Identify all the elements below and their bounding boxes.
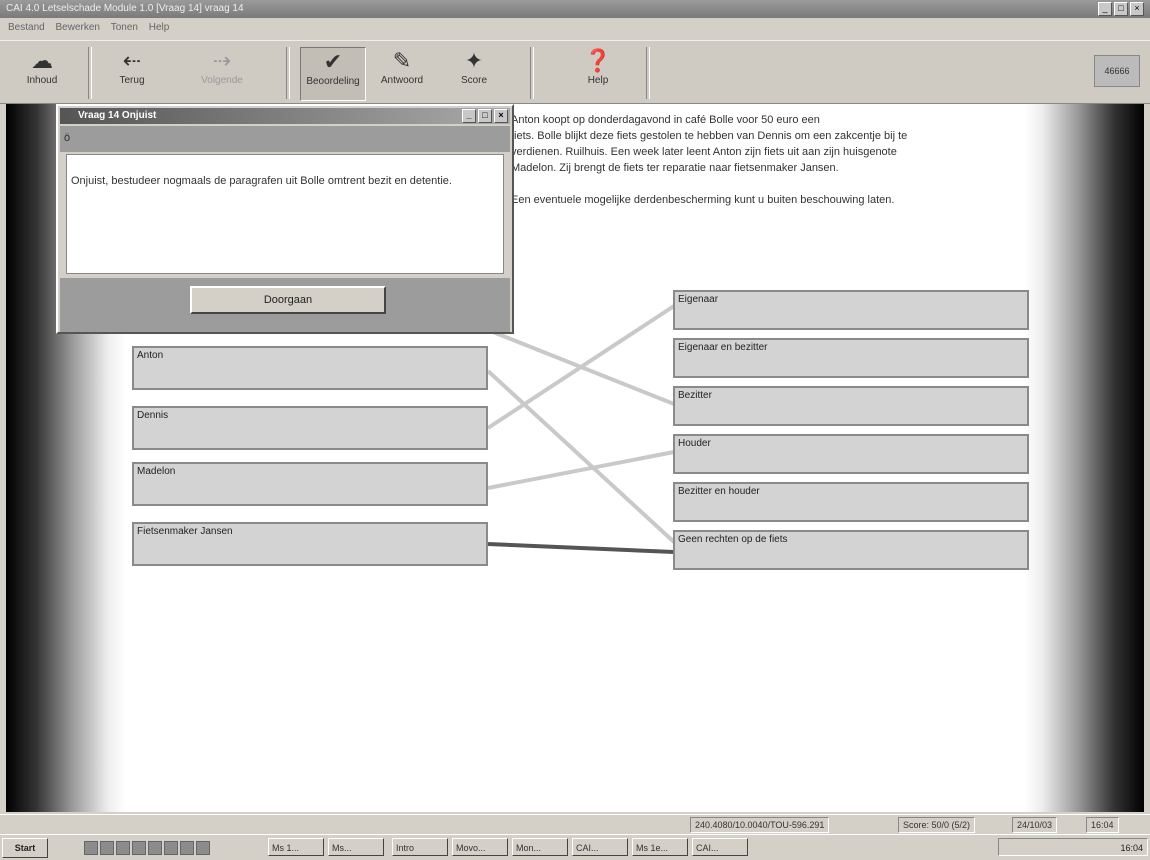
answer-icon: ✎: [392, 48, 412, 73]
right-item-eigenaar[interactable]: Eigenaar: [673, 290, 1029, 330]
window-title: CAI 4.0 Letselschade Module 1.0 [Vraag 1…: [6, 3, 244, 14]
minimize-icon[interactable]: _: [1098, 2, 1112, 16]
score-button[interactable]: ✦ Score: [442, 47, 506, 99]
quicklaunch-icon[interactable]: [180, 841, 194, 855]
volgende-label: Volgende: [201, 75, 243, 86]
connection-line: [486, 304, 676, 430]
dialog-window-controls: _ □ ×: [462, 109, 508, 123]
close-icon[interactable]: ×: [1130, 2, 1144, 16]
status-time: 16:04: [1086, 817, 1119, 833]
taskbar-task[interactable]: Movo...: [452, 838, 508, 856]
taskbar-task[interactable]: CAI...: [692, 838, 748, 856]
quicklaunch-icon[interactable]: [132, 841, 146, 855]
close-icon[interactable]: ×: [494, 109, 508, 123]
tray-clock: 16:04: [1120, 843, 1143, 853]
inhoud-button[interactable]: ☁ Inhoud: [10, 47, 74, 99]
right-item-geen-rechten[interactable]: Geen rechten op de fiets: [673, 530, 1029, 570]
beoordeling-label: Beoordeling: [306, 76, 360, 87]
toolbar-separator: [286, 47, 290, 99]
right-item-bezitter-en-houder[interactable]: Bezitter en houder: [673, 482, 1029, 522]
left-item-dennis[interactable]: Dennis: [132, 406, 488, 450]
right-item-eigenaar-en-bezitter[interactable]: Eigenaar en bezitter: [673, 338, 1029, 378]
doorgaan-button[interactable]: Doorgaan: [190, 286, 386, 314]
terug-button[interactable]: ⇠ Terug: [100, 47, 164, 99]
feedback-dialog: Vraag 14 Onjuist _ □ × ö Onjuist, bestud…: [56, 104, 514, 334]
system-tray: 16:04: [998, 838, 1148, 856]
menu-item-tonen[interactable]: Tonen: [111, 22, 138, 33]
dialog-symbol-bar: ö: [60, 126, 510, 152]
maximize-icon[interactable]: □: [1114, 2, 1128, 16]
book-icon: ☁: [31, 48, 53, 73]
dialog-message: Onjuist, bestudeer nogmaals de paragrafe…: [66, 154, 504, 274]
help-icon: ❓: [584, 48, 612, 73]
taskbar-task[interactable]: CAI...: [572, 838, 628, 856]
antwoord-button[interactable]: ✎ Antwoord: [370, 47, 434, 99]
help-button[interactable]: ❓ Help: [566, 47, 630, 99]
dialog-footer: Doorgaan: [60, 278, 510, 332]
connection-line: [487, 542, 675, 554]
quicklaunch-icon[interactable]: [100, 841, 114, 855]
toolbar-right-indicator[interactable]: 46666: [1094, 55, 1140, 87]
taskbar-task[interactable]: Intro: [392, 838, 448, 856]
taskbar-task[interactable]: Ms 1...: [268, 838, 324, 856]
menu-item-bestand[interactable]: Bestand: [8, 22, 45, 33]
help-label: Help: [587, 75, 609, 86]
beoordeling-button[interactable]: ✔ Beoordeling: [300, 47, 366, 101]
taskbar: Start Ms 1... Ms... Intro Movo... Mon...…: [0, 834, 1150, 860]
dialog-titlebar: Vraag 14 Onjuist _ □ ×: [60, 108, 510, 124]
menu-bar: Bestand Bewerken Tonen Help: [0, 20, 1150, 36]
quicklaunch-icon[interactable]: [116, 841, 130, 855]
check-icon: ✔: [323, 49, 343, 74]
status-date: 24/10/03: [1012, 817, 1058, 833]
volgende-button[interactable]: ⇢ Volgende: [190, 47, 254, 99]
left-item-fietsenmaker-jansen[interactable]: Fietsenmaker Jansen: [132, 522, 488, 566]
arrow-right-icon: ⇢: [212, 48, 232, 73]
quicklaunch-icon[interactable]: [196, 841, 210, 855]
menu-item-help[interactable]: Help: [149, 22, 170, 33]
right-item-houder[interactable]: Houder: [673, 434, 1029, 474]
arrow-left-icon: ⇠: [122, 48, 142, 73]
start-button[interactable]: Start: [2, 838, 48, 858]
status-score: Score: 50/0 (5/2): [898, 817, 976, 833]
window-titlebar: CAI 4.0 Letselschade Module 1.0 [Vraag 1…: [0, 0, 1150, 18]
quicklaunch-icon[interactable]: [148, 841, 162, 855]
minimize-icon[interactable]: _: [462, 109, 476, 123]
maximize-icon[interactable]: □: [478, 109, 492, 123]
status-info: 240.4080/10.0040/TOU-596.291: [690, 817, 830, 833]
taskbar-task[interactable]: Ms 1e...: [632, 838, 688, 856]
right-item-bezitter[interactable]: Bezitter: [673, 386, 1029, 426]
toolbar-separator: [646, 47, 650, 99]
toolbar-separator: [530, 47, 534, 99]
dialog-symbol: ö: [64, 132, 71, 144]
menu-item-bewerken[interactable]: Bewerken: [55, 22, 99, 33]
toolbar: ☁ Inhoud ⇠ Terug ⇢ Volgende ✔ Beoordelin…: [0, 40, 1150, 104]
left-item-anton[interactable]: Anton: [132, 346, 488, 390]
taskbar-task[interactable]: Ms...: [328, 838, 384, 856]
inhoud-label: Inhoud: [26, 75, 58, 86]
status-bar: 240.4080/10.0040/TOU-596.291 Score: 50/0…: [0, 814, 1150, 833]
quicklaunch-icon[interactable]: [84, 841, 98, 855]
score-icon: ✦: [464, 48, 484, 73]
toolbar-separator: [88, 47, 92, 99]
terug-label: Terug: [119, 75, 145, 86]
quicklaunch-icon[interactable]: [164, 841, 178, 855]
score-label: Score: [460, 75, 488, 86]
left-item-madelon[interactable]: Madelon: [132, 462, 488, 506]
taskbar-task[interactable]: Mon...: [512, 838, 568, 856]
window-controls: _ □ ×: [1098, 2, 1144, 16]
dialog-title: Vraag 14 Onjuist: [78, 110, 157, 121]
antwoord-label: Antwoord: [380, 75, 424, 86]
